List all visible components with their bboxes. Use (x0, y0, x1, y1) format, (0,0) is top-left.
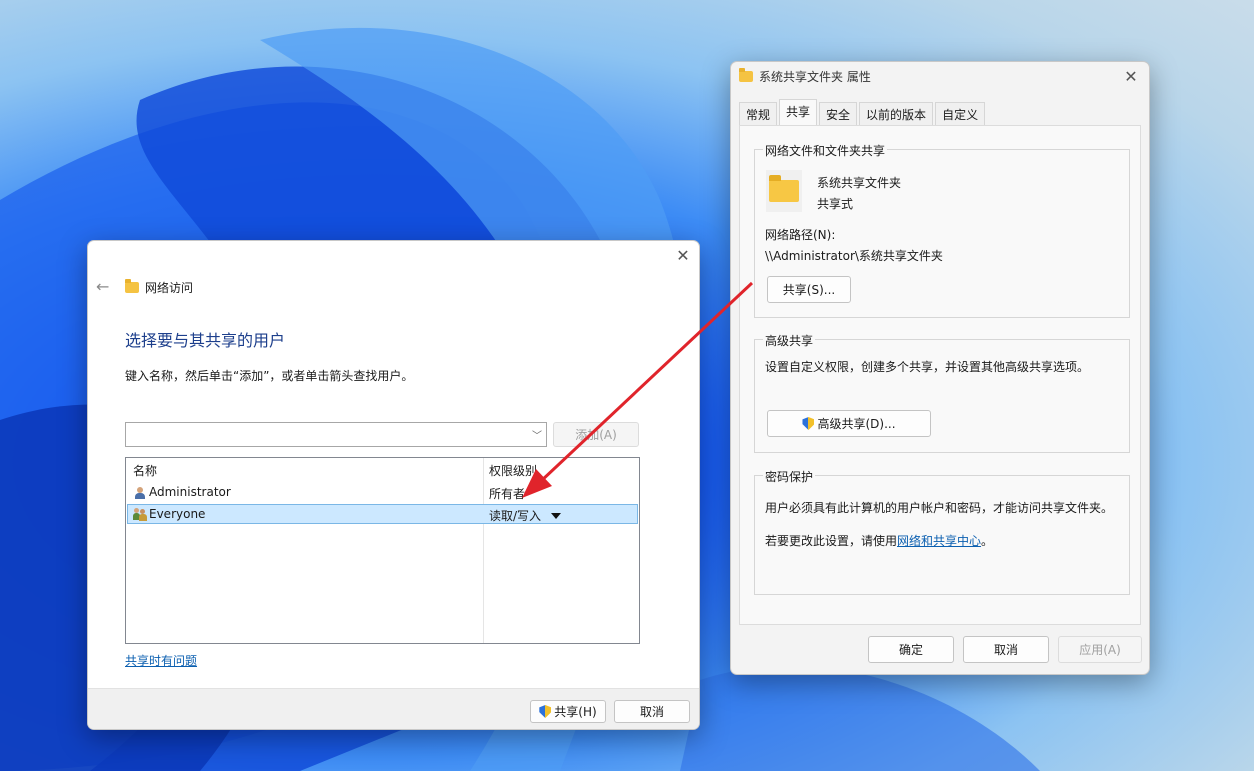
cancel-button[interactable]: 取消 (614, 700, 690, 723)
change-setting-text: 若要更改此设置，请使用网络和共享中心。 (765, 532, 993, 549)
sharing-tab-panel: 网络文件和文件夹共享 系统共享文件夹 共享式 网络路径(N): \\Admini… (739, 125, 1141, 625)
folder-icon (739, 67, 753, 82)
instruction-text: 键入名称，然后单击“添加”，或者单击箭头查找用户。 (125, 369, 414, 383)
properties-titlebar: 系统共享文件夹 属性 (731, 62, 1149, 90)
dropdown-arrow-icon[interactable] (551, 513, 562, 519)
apply-button[interactable]: 应用(A) (1058, 636, 1142, 663)
advanced-sharing-title: 高级共享 (763, 332, 816, 349)
user-group-icon (133, 508, 147, 521)
change-setting-prefix: 若要更改此设置，请使用 (765, 534, 898, 548)
sharing-help-link[interactable]: 共享时有问题 (125, 652, 197, 669)
shared-folder-name: 系统共享文件夹 (817, 176, 902, 190)
user-permission-list: 名称 权限级别 Administrator 所有者 Everyone 读取/写入 (125, 457, 640, 644)
uac-shield-icon (539, 705, 552, 718)
back-arrow-icon[interactable]: ← (96, 277, 109, 296)
advanced-sharing-button-label: 高级共享(D)... (817, 417, 896, 431)
password-protection-title: 密码保护 (763, 468, 816, 485)
page-heading: 选择要与其共享的用户 (125, 331, 286, 350)
table-row[interactable]: Everyone 读取/写入 (127, 504, 638, 524)
network-sharing-center-link[interactable]: 网络和共享中心 (897, 534, 981, 548)
tab-security[interactable]: 安全 (819, 102, 858, 127)
add-button[interactable]: 添加(A) (553, 422, 639, 447)
share-status: 共享式 (817, 197, 854, 211)
properties-title: 系统共享文件夹 属性 (759, 69, 871, 84)
dialog-footer (88, 688, 699, 729)
user-permission: 所有者 (489, 487, 526, 501)
column-header-name[interactable]: 名称 (133, 462, 157, 479)
user-name-combobox[interactable]: ﹀ (125, 422, 547, 447)
change-setting-suffix: 。 (981, 534, 994, 548)
advanced-sharing-button[interactable]: 高级共享(D)... (767, 410, 931, 437)
share-confirm-label: 共享(H) (554, 705, 597, 719)
tab-customize[interactable]: 自定义 (935, 102, 986, 127)
user-permission: 读取/写入 (489, 509, 542, 523)
network-folder-icon (125, 279, 139, 293)
network-sharing-title: 网络文件和文件夹共享 (763, 142, 888, 159)
network-access-dialog: ✕ ← 网络访问 选择要与其共享的用户 键入名称，然后单击“添加”，或者单击箭头… (87, 240, 700, 730)
close-icon[interactable]: ✕ (1121, 66, 1141, 86)
network-path-label: 网络路径(N): (765, 228, 836, 242)
shared-folder-icon (766, 170, 802, 212)
permission-dropdown[interactable]: 读取/写入 (489, 507, 562, 524)
share-confirm-button[interactable]: 共享(H) (530, 700, 606, 723)
ok-button[interactable]: 确定 (868, 636, 954, 663)
network-path-value: \\Administrator\系统共享文件夹 (765, 249, 943, 263)
column-header-permission[interactable]: 权限级别 (489, 462, 537, 479)
tab-sharing[interactable]: 共享 (779, 99, 818, 128)
network-access-title: 网络访问 (145, 281, 194, 295)
table-row[interactable]: Administrator 所有者 (127, 483, 638, 503)
close-icon[interactable]: ✕ (673, 245, 693, 265)
user-icon (135, 487, 145, 499)
password-protection-description: 用户必须具有此计算机的用户帐户和密码，才能访问共享文件夹。 (765, 501, 1114, 515)
user-name: Administrator (149, 485, 231, 499)
share-button[interactable]: 共享(S)... (767, 276, 851, 303)
user-name: Everyone (149, 507, 206, 521)
uac-shield-icon (802, 417, 815, 430)
advanced-sharing-description: 设置自定义权限，创建多个共享，并设置其他高级共享选项。 (765, 360, 1090, 374)
folder-properties-dialog: 系统共享文件夹 属性 ✕ 常规 共享 安全 以前的版本 自定义 网络文件和文件夹… (730, 61, 1150, 675)
cancel-button[interactable]: 取消 (963, 636, 1049, 663)
chevron-down-icon[interactable]: ﹀ (532, 427, 542, 442)
tab-general[interactable]: 常规 (739, 102, 778, 127)
tab-previous-versions[interactable]: 以前的版本 (859, 102, 934, 127)
